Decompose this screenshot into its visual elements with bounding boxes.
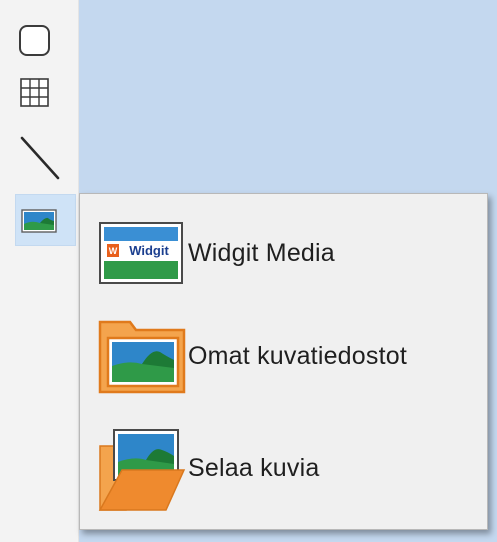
line-tool[interactable]: [14, 132, 76, 180]
menu-item-label: Widgit Media: [188, 238, 335, 267]
image-source-menu: W Widgit Widgit Media Omat kuvatiedostot: [79, 193, 488, 530]
table-tool[interactable]: [14, 70, 76, 116]
svg-text:W: W: [109, 246, 118, 256]
line-icon: [20, 136, 60, 180]
menu-item-label: Omat kuvatiedostot: [188, 341, 407, 370]
rounded-rectangle-tool[interactable]: [14, 18, 76, 64]
grid-icon: [20, 78, 49, 107]
menu-item-widgit-media[interactable]: W Widgit Widgit Media: [96, 213, 476, 293]
image-icon: [21, 209, 57, 233]
widgit-media-icon: W Widgit: [96, 213, 188, 293]
menu-item-label: Selaa kuvia: [188, 453, 320, 482]
drawing-toolbar: [0, 0, 79, 542]
menu-item-omat-kuvatiedostot[interactable]: Omat kuvatiedostot: [96, 316, 476, 396]
image-tool[interactable]: [15, 194, 76, 246]
open-folder-image-icon: [96, 428, 188, 511]
widgit-logo-text: Widgit: [129, 243, 169, 258]
rounded-square-icon: [19, 25, 50, 56]
folder-image-icon: [96, 316, 188, 396]
menu-item-selaa-kuvia[interactable]: Selaa kuvia: [96, 428, 476, 511]
